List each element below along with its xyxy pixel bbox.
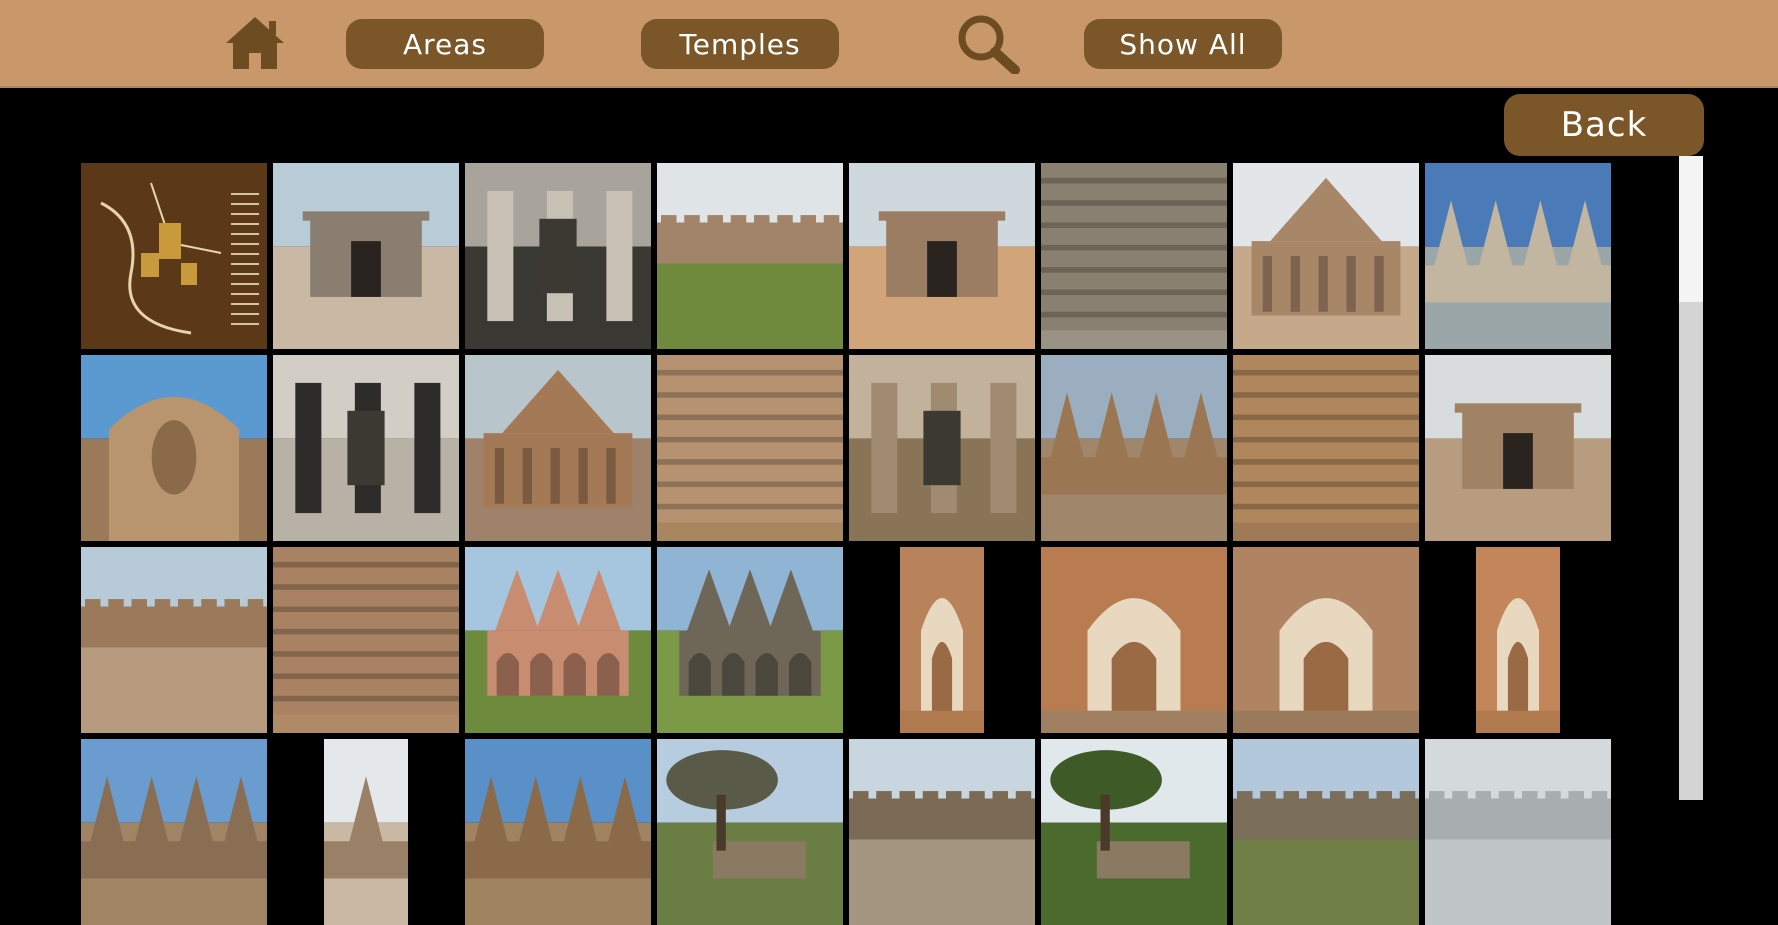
- thumbnail-image: [1041, 355, 1227, 541]
- thumbnail-image: [273, 739, 459, 925]
- gallery-thumbnail-stone-pavilion-distance[interactable]: [849, 739, 1035, 925]
- gallery-thumbnail-carved-wall-panel[interactable]: [657, 355, 843, 541]
- thumbnail-image: [465, 739, 651, 925]
- gallery-thumbnail-temple-exterior-side[interactable]: [465, 355, 651, 541]
- gallery-thumbnail-hazy-landscape[interactable]: [1425, 739, 1611, 925]
- thumbnail-image: [81, 547, 267, 733]
- thumbnail-image: [849, 739, 1035, 925]
- thumbnail-image: [81, 355, 267, 541]
- gallery-thumbnail-aqueduct-arches[interactable]: [1233, 739, 1419, 925]
- gallery-thumbnail-arched-corridor[interactable]: [1233, 547, 1419, 733]
- thumbnail-image: [273, 163, 459, 349]
- gallery-thumbnail-single-arch-window[interactable]: [1425, 547, 1611, 733]
- thumbnail-image: [849, 547, 1035, 733]
- thumbnail-image: [657, 739, 843, 925]
- gallery-thumbnail-lotus-mahal-pink[interactable]: [465, 547, 651, 733]
- gallery-thumbnail-tree-and-ruins[interactable]: [657, 739, 843, 925]
- thumbnail-image: [273, 547, 459, 733]
- gallery-thumbnail-stepped-tank-gateway[interactable]: [273, 163, 459, 349]
- thumbnail-image: [465, 355, 651, 541]
- gallery-thumbnail-temple-complex-view[interactable]: [1041, 355, 1227, 541]
- gallery-thumbnail-long-enclosure-wall[interactable]: [657, 163, 843, 349]
- thumbnail-image: [1425, 163, 1611, 349]
- thumbnail-image: [1233, 739, 1419, 925]
- gallery-thumbnail-site-map[interactable]: [81, 163, 267, 349]
- gallery-thumbnail-arched-hall-sunlit[interactable]: [1041, 547, 1227, 733]
- thumbnail-image: [1041, 739, 1227, 925]
- gallery-thumbnail-carved-deity-niche[interactable]: [81, 355, 267, 541]
- gallery-thumbnail-pavilion-tower[interactable]: [1233, 163, 1419, 349]
- thumbnail-image: [1233, 163, 1419, 349]
- gallery-thumbnail-tower-blue-sky[interactable]: [81, 739, 267, 925]
- thumbnail-image: [849, 355, 1035, 541]
- gallery-thumbnail-carved-temple-wall[interactable]: [1233, 355, 1419, 541]
- thumbnail-image: [1425, 739, 1611, 925]
- gallery-thumbnail-carved-frieze-wall[interactable]: [1041, 163, 1227, 349]
- gallery-thumbnail-colonnade-wall[interactable]: [81, 547, 267, 733]
- gallery-thumbnail-pillared-water-hall[interactable]: [465, 163, 651, 349]
- thumbnail-image: [1233, 355, 1419, 541]
- photo-gallery-grid: [0, 0, 1778, 925]
- gallery-thumbnail-stone-pillar-corridor[interactable]: [849, 355, 1035, 541]
- thumbnail-image: [1425, 547, 1611, 733]
- thumbnail-image: [465, 163, 651, 349]
- gallery-thumbnail-temple-doorway[interactable]: [1425, 355, 1611, 541]
- gallery-thumbnail-ruined-temple-sky[interactable]: [465, 739, 651, 925]
- gallery-thumbnail-relief-wall-courtyard[interactable]: [273, 547, 459, 733]
- thumbnail-image: [81, 739, 267, 925]
- thumbnail-image: [81, 163, 267, 349]
- thumbnail-image: [849, 163, 1035, 349]
- thumbnail-image: [1233, 547, 1419, 733]
- thumbnail-image: [273, 355, 459, 541]
- gallery-thumbnail-black-pillar-hall[interactable]: [273, 355, 459, 541]
- gallery-thumbnail-lotus-mahal-garden[interactable]: [657, 547, 843, 733]
- scrollbar-thumb[interactable]: [1679, 156, 1703, 302]
- gallery-thumbnail-trees-over-ruins[interactable]: [1041, 739, 1227, 925]
- thumbnail-image: [1041, 163, 1227, 349]
- thumbnail-image: [465, 547, 651, 733]
- thumbnail-image: [1425, 355, 1611, 541]
- gallery-thumbnail-shrine-towers-sky[interactable]: [1425, 163, 1611, 349]
- thumbnail-image: [657, 547, 843, 733]
- gallery-thumbnail-small-shrine-narrow[interactable]: [273, 739, 459, 925]
- thumbnail-image: [657, 355, 843, 541]
- gallery-thumbnail-mandapa-gateway[interactable]: [849, 163, 1035, 349]
- thumbnail-image: [657, 163, 843, 349]
- thumbnail-image: [1041, 547, 1227, 733]
- gallery-thumbnail-arched-passage-narrow[interactable]: [849, 547, 1035, 733]
